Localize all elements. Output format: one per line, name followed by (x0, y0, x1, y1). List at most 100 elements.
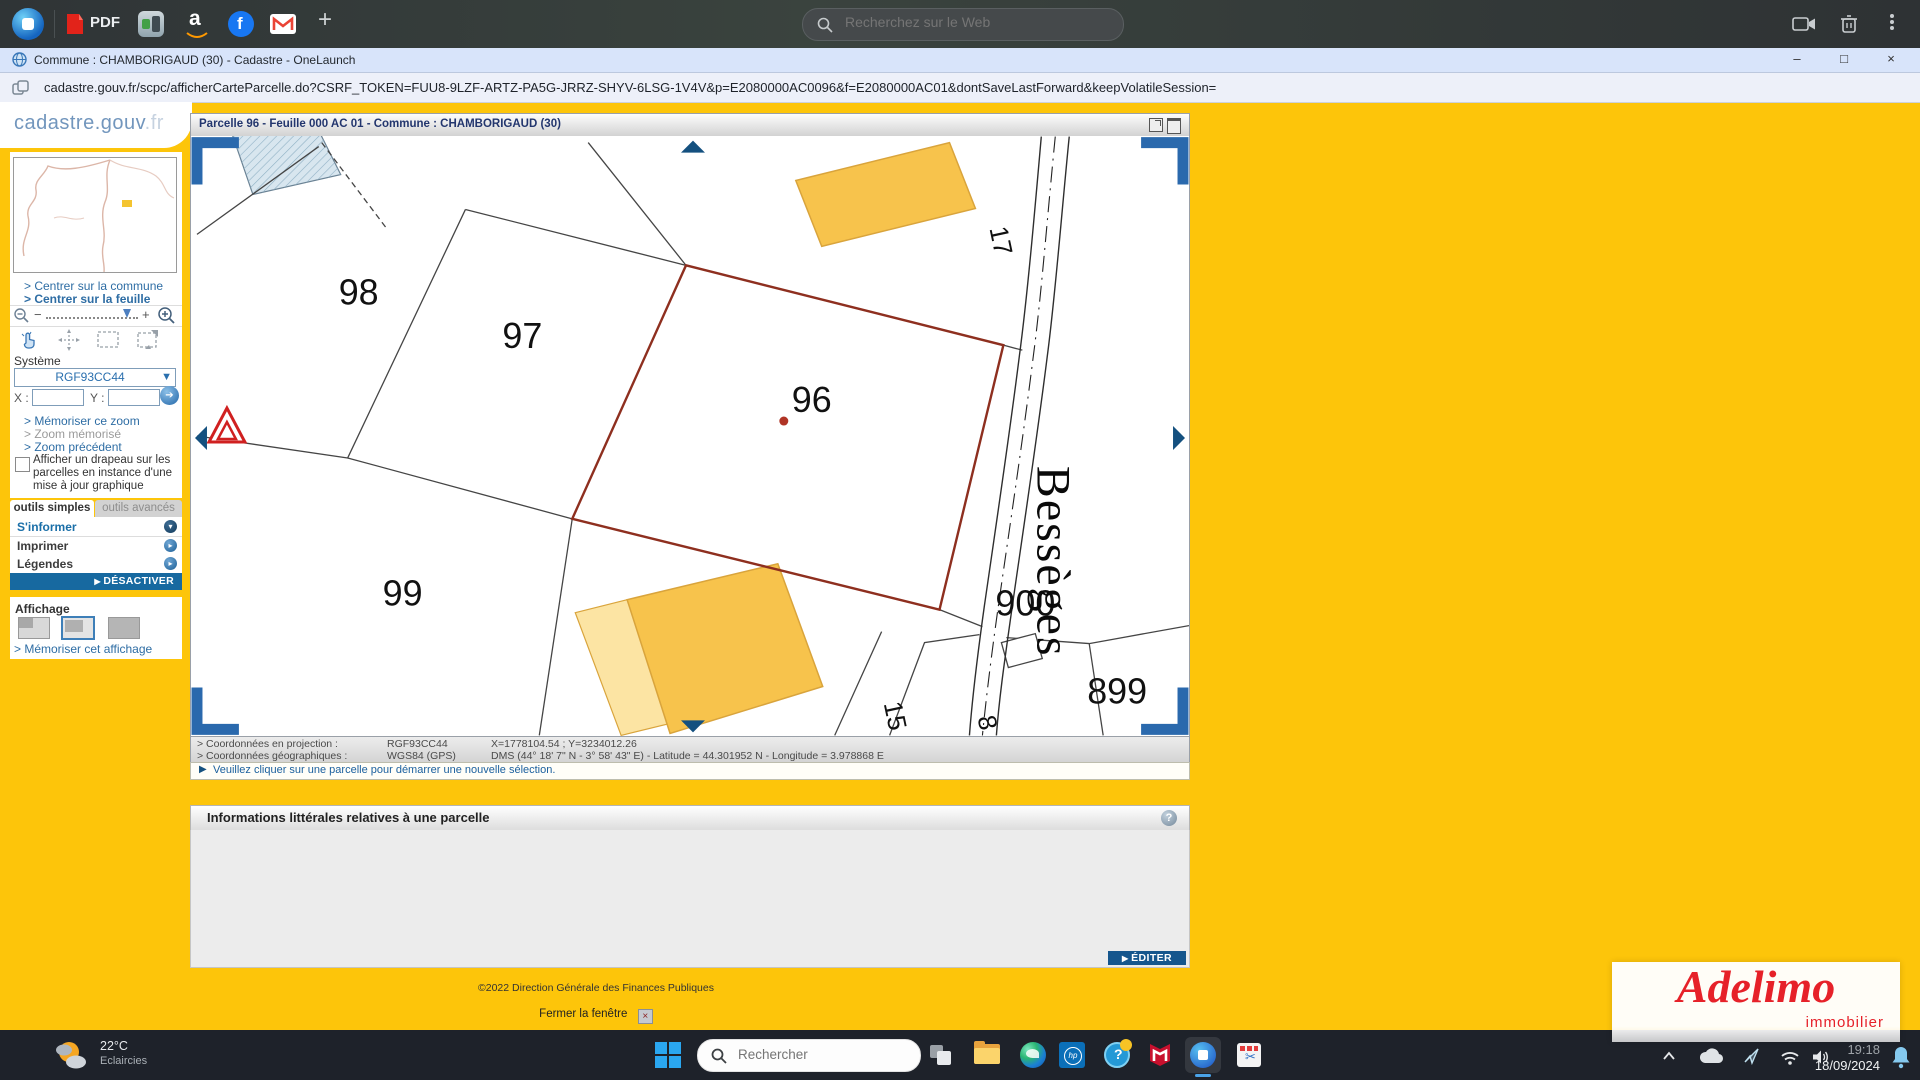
cadastre-map[interactable]: 98 97 96 99 900 899 17 15 8 Bessèges (190, 136, 1190, 736)
go-coordinates-button[interactable]: ➔ (160, 386, 179, 405)
minimize-button[interactable]: – (1786, 51, 1808, 66)
coord-projection-system: RGF93CC44 (387, 738, 448, 750)
taskbar-clock[interactable]: 19:18 18/09/2024 (1788, 1042, 1880, 1073)
window-titlebar: Commune : CHAMBORIGAUD (30) - Cadastre -… (0, 48, 1920, 73)
coord-projection-values: X=1778104.54 ; Y=3234012.26 (491, 738, 637, 750)
info-panel-header: Informations littérales relatives à une … (190, 805, 1190, 831)
notification-bell-icon[interactable] (1890, 1045, 1912, 1069)
tab-outils-avances[interactable]: outils avancés (95, 500, 182, 517)
systeme-dropdown[interactable]: RGF93CC44 ▼ (14, 368, 176, 387)
close-button[interactable]: × (1880, 51, 1902, 66)
mcafee-icon[interactable] (1147, 1042, 1173, 1068)
add-shortcut-button[interactable]: + (318, 6, 332, 34)
close-icon[interactable]: × (638, 1009, 653, 1024)
link-zoom-memorise: > Zoom mémorisé (24, 427, 121, 441)
link-centrer-feuille[interactable]: > Centrer sur la feuille (24, 292, 150, 306)
selection-hint-bar: ▶ Veuillez cliquer sur une parcelle pour… (190, 762, 1190, 780)
taskbar-search-bar[interactable] (697, 1039, 921, 1072)
cadastre-logo: cadastre.gouv.fr (14, 112, 164, 135)
adelimo-watermark: Adelimo immobilier (1612, 962, 1900, 1042)
edge-browser-icon[interactable] (1020, 1042, 1046, 1068)
coord-geo-values: DMS (44° 18' 7" N - 3° 58' 43" E) - Lati… (491, 750, 884, 762)
y-label: Y : (90, 391, 104, 405)
amazon-icon[interactable]: a (184, 9, 210, 39)
get-help-icon[interactable]: ? (1104, 1042, 1130, 1068)
popout-icon[interactable] (1149, 118, 1163, 132)
y-coordinate-input[interactable] (108, 389, 160, 406)
gmail-icon[interactable] (270, 14, 296, 34)
tab-outils-simples[interactable]: outils simples (10, 500, 94, 517)
apps-tiles-icon[interactable] (138, 11, 164, 37)
task-view-icon[interactable] (930, 1043, 954, 1067)
accordion-imprimer[interactable]: Imprimer ▸ (10, 537, 182, 556)
web-search-input[interactable] (843, 13, 1107, 31)
rect-zoom-tool[interactable] (96, 330, 120, 350)
copyright-text: ©2022 Direction Générale des Finances Pu… (390, 982, 802, 994)
toolbar-menu-icon[interactable] (1890, 12, 1896, 32)
pdf-label[interactable]: PDF (90, 14, 120, 31)
link-zoom-precedent[interactable]: > Zoom précédent (24, 440, 122, 454)
svg-text:99: 99 (383, 573, 423, 614)
selection-hint-text: Veuillez cliquer sur une parcelle pour d… (213, 764, 555, 776)
expand-icon[interactable]: ▸ (164, 557, 177, 570)
zoom-slider-handle[interactable] (122, 308, 132, 320)
search-icon (711, 1048, 727, 1064)
display-option-1[interactable] (18, 617, 50, 639)
taskbar-weather-widget[interactable]: 22°C Eclaircies (40, 1034, 240, 1078)
display-option-3[interactable] (108, 617, 140, 639)
video-capture-icon[interactable] (1792, 15, 1816, 38)
center-move-tool[interactable] (58, 329, 80, 351)
coord-geo-system: WGS84 (GPS) (387, 750, 456, 762)
coordinates-bar: > Coordonnées en projection : RGF93CC44 … (190, 736, 1190, 763)
start-button[interactable] (655, 1042, 681, 1068)
svg-text:96: 96 (792, 379, 832, 420)
help-icon[interactable]: ? (1161, 810, 1177, 826)
slider-plus[interactable]: + (142, 307, 150, 322)
display-option-2-selected[interactable] (61, 616, 95, 640)
accordion-sinformer[interactable]: S'informer ▾ (10, 518, 182, 537)
snipping-tool-icon[interactable]: ✂ (1237, 1043, 1261, 1067)
weather-temp: 22°C (100, 1039, 128, 1053)
myhp-icon[interactable]: hp (1059, 1042, 1085, 1068)
url-bar[interactable]: cadastre.gouv.fr/scpc/afficherCarteParce… (0, 73, 1920, 103)
editer-button[interactable]: ▶ ÉDITER (1108, 951, 1186, 965)
url-text[interactable]: cadastre.gouv.fr/scpc/afficherCarteParce… (44, 73, 1216, 102)
info-panel-body: Références cadastrales de la parcelle 00… (190, 830, 1190, 968)
maximize-button[interactable]: □ (1833, 51, 1855, 66)
web-search-bar[interactable] (802, 8, 1124, 41)
clock-time: 19:18 (1788, 1042, 1880, 1057)
maximize-map-icon[interactable] (1167, 118, 1181, 134)
close-window-control[interactable]: Fermer la fenêtre × (470, 1004, 722, 1024)
onedrive-cloud-icon[interactable] (1698, 1047, 1726, 1065)
pan-hand-tool[interactable] (18, 329, 40, 351)
pdf-icon[interactable] (64, 12, 86, 41)
affichage-label: Affichage (15, 602, 70, 616)
link-memoriser-affichage[interactable]: > Mémoriser cet affichage (14, 642, 152, 656)
overview-minimap[interactable] (13, 157, 177, 273)
desactiver-bar[interactable]: ▶ DÉSACTIVER (10, 573, 182, 590)
trash-icon[interactable] (1840, 14, 1858, 39)
onelaunch-logo-icon[interactable] (12, 8, 44, 40)
link-memoriser-zoom[interactable]: > Mémoriser ce zoom (24, 414, 140, 428)
expand-icon[interactable]: ▸ (164, 539, 177, 552)
taskbar-search-input[interactable] (736, 1046, 910, 1063)
facebook-icon[interactable]: f (228, 11, 254, 37)
x-label: X : (14, 391, 29, 405)
flag-checkbox[interactable] (15, 457, 30, 472)
onelaunch-taskbar-icon[interactable] (1185, 1037, 1221, 1073)
link-centrer-commune[interactable]: > Centrer sur la commune (24, 279, 163, 293)
collapse-icon[interactable]: ▾ (164, 520, 177, 533)
weather-icon (52, 1038, 90, 1072)
tray-chevron-icon[interactable] (1662, 1050, 1676, 1062)
accordion-legendes[interactable]: Légendes ▸ (10, 555, 182, 574)
location-arrow-icon[interactable] (1742, 1047, 1760, 1065)
x-coordinate-input[interactable] (32, 389, 84, 406)
zoom-in-icon[interactable] (158, 307, 176, 325)
svg-text:97: 97 (502, 315, 542, 356)
rect-pan-tool[interactable] (136, 329, 160, 351)
info-panel-title: Informations littérales relatives à une … (207, 810, 490, 825)
parcel-96-marker (779, 417, 788, 426)
zoom-out-icon[interactable] (14, 308, 30, 324)
file-explorer-icon[interactable] (974, 1042, 1002, 1068)
slider-minus[interactable]: − (34, 307, 42, 322)
